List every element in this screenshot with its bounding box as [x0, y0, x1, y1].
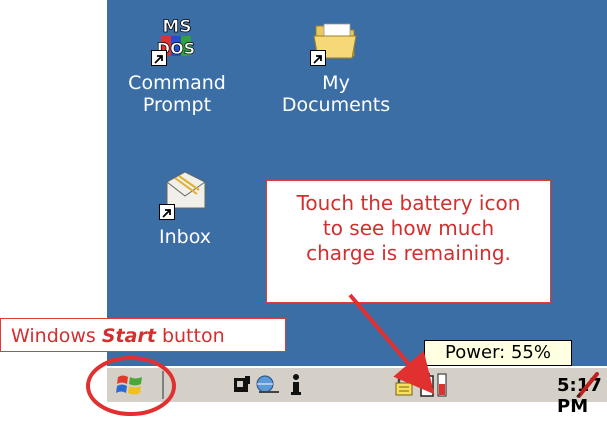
info-icon[interactable] [287, 372, 305, 398]
shortcut-arrow-icon [310, 50, 326, 66]
icon-label: Documents [281, 94, 391, 116]
start-button-callout: Windows Start button [0, 318, 286, 352]
icon-label: Inbox [159, 226, 211, 248]
callout-text: Windows [11, 325, 102, 347]
shortcut-arrow-icon [159, 204, 175, 220]
taskbar: 5:17 PM [107, 366, 607, 417]
signal-icon[interactable] [231, 372, 253, 398]
folder-icon [310, 14, 360, 66]
ms-dos-icon: MS DOS [151, 14, 201, 66]
battery-icon[interactable] [420, 372, 434, 398]
pen-icon[interactable] [575, 372, 601, 398]
callout-text: button [155, 325, 225, 347]
lock-icon[interactable] [394, 372, 414, 398]
callout-text: charge is remaining. [306, 241, 511, 265]
icon-label: Prompt [142, 94, 212, 116]
start-button[interactable] [115, 372, 149, 398]
icon-label: My [322, 72, 350, 94]
network-icon[interactable] [253, 372, 281, 398]
command-prompt-shortcut[interactable]: MS DOS Command Prompt [112, 14, 242, 116]
callout-text: Touch the battery icon [296, 191, 521, 215]
callout-text: to see how much [322, 216, 495, 240]
taskbar-separator [162, 371, 164, 399]
battery-meter-icon[interactable] [437, 372, 447, 398]
inbox-shortcut[interactable]: Inbox [120, 168, 250, 248]
my-documents-shortcut[interactable]: My Documents [271, 14, 401, 116]
shortcut-arrow-icon [151, 50, 167, 66]
power-tooltip: Power: 55% [424, 340, 572, 366]
battery-instruction-callout: Touch the battery icon to see how much c… [266, 180, 551, 303]
callout-emphasis: Start [101, 325, 156, 347]
inbox-icon [159, 168, 209, 220]
svg-text:MS: MS [162, 17, 191, 37]
icon-label: Command [128, 72, 226, 94]
windows-logo-icon [115, 375, 145, 402]
